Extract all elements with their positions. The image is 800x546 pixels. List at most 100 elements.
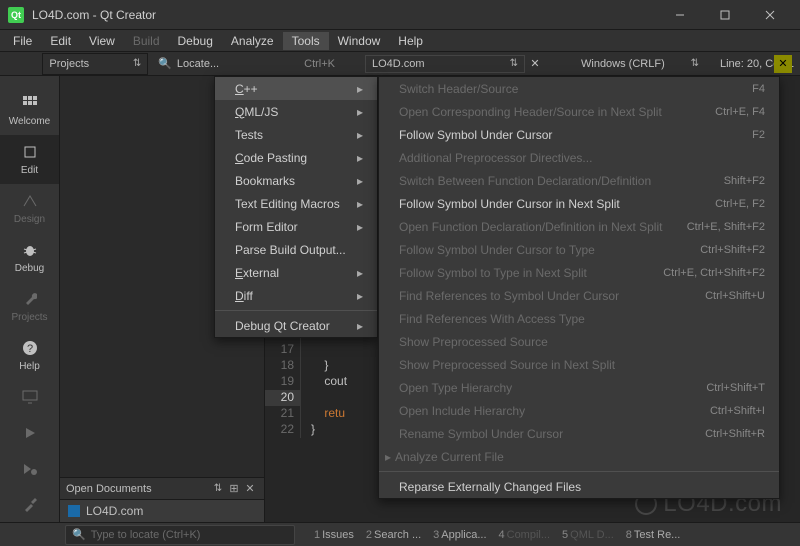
locator-placeholder: Type to locate (Ctrl+K) — [91, 529, 201, 541]
wrench-icon — [19, 290, 41, 308]
menu-open-decl-split[interactable]: Open Function Declaration/Definition in … — [379, 215, 779, 238]
locate-label: Locate... — [177, 58, 219, 70]
menubar: File Edit View Build Debug Analyze Tools… — [0, 30, 800, 52]
panel-application[interactable]: 3Applica... — [429, 527, 490, 543]
menu-debug-qt-creator[interactable]: Debug Qt Creator▸ — [215, 314, 377, 337]
menu-tests[interactable]: Tests▸ — [215, 123, 377, 146]
close-document-button[interactable]: ✕ — [525, 57, 545, 70]
menu-parse-build[interactable]: Parse Build Output... — [215, 238, 377, 261]
mode-debug[interactable]: Debug — [0, 233, 59, 282]
menu-reparse[interactable]: Reparse Externally Changed Files — [379, 475, 779, 498]
menu-help[interactable]: Help — [389, 32, 432, 50]
mode-help[interactable]: ? Help — [0, 331, 59, 380]
menu-tools[interactable]: Tools — [283, 32, 329, 50]
open-document-name: LO4D.com — [86, 504, 143, 518]
search-icon: 🔍 — [158, 57, 172, 70]
combo-arrows-icon[interactable] — [210, 483, 226, 494]
menu-bookmarks[interactable]: Bookmarks▸ — [215, 169, 377, 192]
menu-build[interactable]: Build — [124, 32, 169, 50]
minimize-button[interactable] — [657, 0, 702, 30]
mode-welcome[interactable]: Welcome — [0, 86, 59, 135]
window-title: LO4D.com - Qt Creator — [32, 8, 657, 22]
play-bug-icon — [21, 462, 39, 478]
debug-run-button[interactable] — [0, 452, 59, 488]
line-number: 19 — [265, 374, 301, 390]
mode-design[interactable]: Design — [0, 184, 59, 233]
open-documents-title: Open Documents — [66, 483, 152, 495]
locate-shortcut: Ctrl+K — [304, 58, 335, 70]
menu-text-macros[interactable]: Text Editing Macros▸ — [215, 192, 377, 215]
menu-file[interactable]: File — [4, 32, 41, 50]
qt-logo-icon: Qt — [8, 7, 24, 23]
search-icon: 🔍 — [72, 528, 86, 541]
panel-search[interactable]: 2Search ... — [362, 527, 425, 543]
menu-follow-symbol[interactable]: Follow Symbol Under CursorF2 — [379, 123, 779, 146]
play-icon: ▸ — [385, 450, 391, 464]
menu-show-preproc-split[interactable]: Show Preprocessed Source in Next Split — [379, 353, 779, 376]
cpp-submenu-dropdown: Switch Header/SourceF4 Open Correspondin… — [378, 76, 780, 499]
encoding-combo[interactable]: Windows (CRLF) — [575, 56, 705, 72]
menu-analyze-current[interactable]: ▸Analyze Current File — [379, 445, 779, 468]
menu-diff[interactable]: Diff▸ — [215, 284, 377, 307]
menu-external[interactable]: External▸ — [215, 261, 377, 284]
file-icon — [68, 505, 80, 517]
kit-selector[interactable] — [0, 380, 59, 416]
close-panel-icon[interactable]: ✕ — [242, 482, 258, 495]
split-icon[interactable]: ⊞ — [226, 482, 242, 495]
menu-find-refs[interactable]: Find References to Symbol Under CursorCt… — [379, 284, 779, 307]
projects-label: Projects — [49, 58, 89, 70]
open-document-item[interactable]: LO4D.com — [60, 500, 264, 522]
menu-show-preproc[interactable]: Show Preprocessed Source — [379, 330, 779, 353]
menu-cpp[interactable]: C++▸ — [215, 77, 377, 100]
menu-edit[interactable]: Edit — [41, 32, 80, 50]
mode-projects[interactable]: Projects — [0, 282, 59, 331]
mode-label: Projects — [0, 312, 59, 323]
mode-bar: Welcome Edit Design Debug Projects ? Hel… — [0, 76, 60, 522]
menu-rename-symbol[interactable]: Rename Symbol Under CursorCtrl+Shift+R — [379, 422, 779, 445]
run-button[interactable] — [0, 416, 59, 452]
menu-follow-to-type[interactable]: Follow Symbol Under Cursor to TypeCtrl+S… — [379, 238, 779, 261]
menu-form-editor[interactable]: Form Editor▸ — [215, 215, 377, 238]
panel-test[interactable]: 8Test Re... — [622, 527, 685, 543]
panel-compile[interactable]: 4Compil... — [495, 527, 555, 543]
mode-label: Edit — [0, 165, 59, 176]
menu-switch-decl[interactable]: Switch Between Function Declaration/Defi… — [379, 169, 779, 192]
tools-menu-dropdown: C++▸ QML/JS▸ Tests▸ Code Pasting▸ Bookma… — [214, 76, 378, 338]
menu-analyze[interactable]: Analyze — [222, 32, 283, 50]
menu-open-corresponding[interactable]: Open Corresponding Header/Source in Next… — [379, 100, 779, 123]
encoding-label: Windows (CRLF) — [581, 58, 665, 70]
close-banner-button[interactable]: ✕ — [774, 55, 792, 73]
menu-view[interactable]: View — [80, 32, 124, 50]
panel-issues[interactable]: 1Issues — [310, 527, 358, 543]
open-documents-panel: Open Documents ⊞ ✕ LO4D.com — [60, 477, 264, 522]
mode-label: Help — [0, 361, 59, 372]
bug-icon — [19, 241, 41, 259]
locator-input[interactable]: 🔍 Type to locate (Ctrl+K) — [65, 525, 295, 545]
menu-qmljs[interactable]: QML/JS▸ — [215, 100, 377, 123]
menu-window[interactable]: Window — [329, 32, 390, 50]
projects-combo[interactable]: Projects — [42, 53, 148, 75]
combo-arrows-icon — [691, 58, 699, 70]
menu-separator — [215, 310, 377, 311]
menu-open-type-hier[interactable]: Open Type HierarchyCtrl+Shift+T — [379, 376, 779, 399]
menu-additional-preproc[interactable]: Additional Preprocessor Directives... — [379, 146, 779, 169]
close-button[interactable] — [747, 0, 792, 30]
line-number: 17 — [265, 342, 301, 358]
toolbar: Projects 🔍 Locate... Ctrl+K LO4D.com ✕ W… — [0, 52, 800, 76]
menu-follow-symbol-split[interactable]: Follow Symbol Under Cursor in Next Split… — [379, 192, 779, 215]
menu-code-pasting[interactable]: Code Pasting▸ — [215, 146, 377, 169]
menu-open-include-hier[interactable]: Open Include HierarchyCtrl+Shift+I — [379, 399, 779, 422]
menu-debug[interactable]: Debug — [169, 32, 222, 50]
menu-follow-to-type-split[interactable]: Follow Symbol to Type in Next SplitCtrl+… — [379, 261, 779, 284]
line-number: 18 — [265, 358, 301, 374]
menu-switch-header[interactable]: Switch Header/SourceF4 — [379, 77, 779, 100]
grid-icon — [19, 94, 41, 112]
panel-qml[interactable]: 5QML D... — [558, 527, 618, 543]
maximize-button[interactable] — [702, 0, 747, 30]
menu-find-refs-access[interactable]: Find References With Access Type — [379, 307, 779, 330]
document-combo[interactable]: LO4D.com — [365, 55, 525, 73]
help-icon: ? — [19, 339, 41, 357]
combo-arrows-icon — [510, 58, 518, 69]
mode-edit[interactable]: Edit — [0, 135, 59, 184]
build-button[interactable] — [0, 488, 59, 524]
